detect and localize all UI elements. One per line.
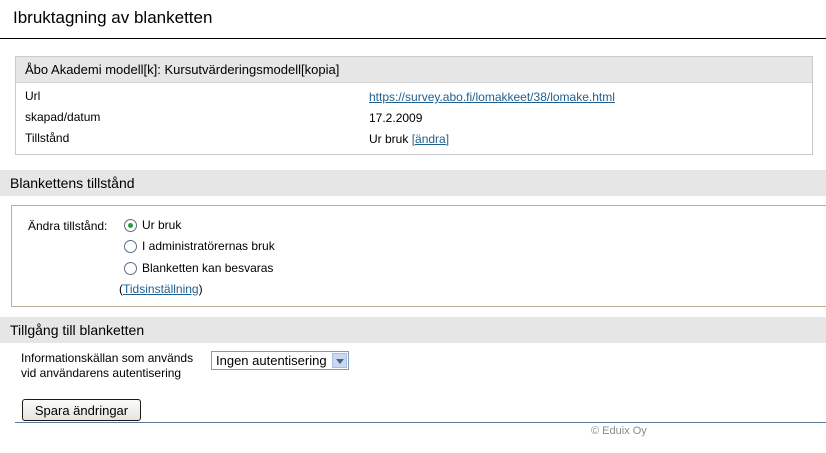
- state-value: Ur bruk: [369, 132, 409, 146]
- radio-label: I administratörernas bruk: [142, 239, 275, 253]
- auth-selected-value: Ingen autentisering: [216, 353, 327, 368]
- auth-label-line2: vid användarens autentisering: [21, 366, 182, 380]
- footer-divider: [15, 422, 826, 423]
- access-section-title: Tillgång till blanketten: [10, 322, 145, 338]
- page-title: Ibruktagning av blanketten: [13, 8, 213, 27]
- radio-can-answer[interactable]: Blanketten kan besvaras: [124, 261, 273, 275]
- auth-source-label: Informationskällan som används vid använ…: [21, 351, 193, 381]
- title-divider: [0, 38, 826, 39]
- url-link[interactable]: https://survey.abo.fi/lomakkeet/38/lomak…: [369, 90, 615, 104]
- radio-checked-icon[interactable]: [124, 218, 137, 232]
- change-state-link[interactable]: [ändra]: [412, 132, 449, 146]
- state-box: Ändra tillstånd: Ur bruk I administratör…: [11, 205, 826, 307]
- scheduling-link[interactable]: Tidsinställning: [123, 282, 199, 296]
- form-name: Åbo Akademi modell[k]: Kursutvärderingsm…: [16, 57, 812, 83]
- radio-out-of-use[interactable]: Ur bruk: [124, 218, 181, 232]
- auth-source-select[interactable]: Ingen autentisering: [211, 351, 349, 370]
- radio-label: Ur bruk: [142, 218, 182, 232]
- radio-label: Blanketten kan besvaras: [142, 261, 274, 275]
- footer-copyright: © Eduix Oy: [591, 425, 647, 437]
- state-section-header: Blankettens tillstånd: [0, 170, 826, 196]
- access-section-header: Tillgång till blanketten: [0, 317, 826, 343]
- scheduling: (Tidsinställning): [119, 282, 203, 296]
- created-value: 17.2.2009: [369, 111, 423, 125]
- radio-unchecked-icon[interactable]: [124, 239, 137, 253]
- radio-unchecked-icon[interactable]: [124, 261, 137, 275]
- radio-admin-use[interactable]: I administratörernas bruk: [124, 239, 275, 253]
- created-label: skapad/datum: [25, 110, 101, 124]
- change-state-label: Ändra tillstånd:: [28, 219, 108, 233]
- url-label: Url: [25, 89, 41, 103]
- state-value-row: Ur bruk [ändra]: [369, 132, 449, 146]
- state-section-title: Blankettens tillstånd: [10, 175, 135, 191]
- scheduling-close-paren: ): [198, 282, 203, 296]
- state-label: Tillstånd: [25, 131, 70, 145]
- form-info-box: Åbo Akademi modell[k]: Kursutvärderingsm…: [15, 56, 813, 155]
- auth-label-line1: Informationskällan som används: [21, 351, 194, 365]
- chevron-down-icon[interactable]: [332, 353, 347, 368]
- save-changes-button[interactable]: Spara ändringar: [22, 399, 141, 421]
